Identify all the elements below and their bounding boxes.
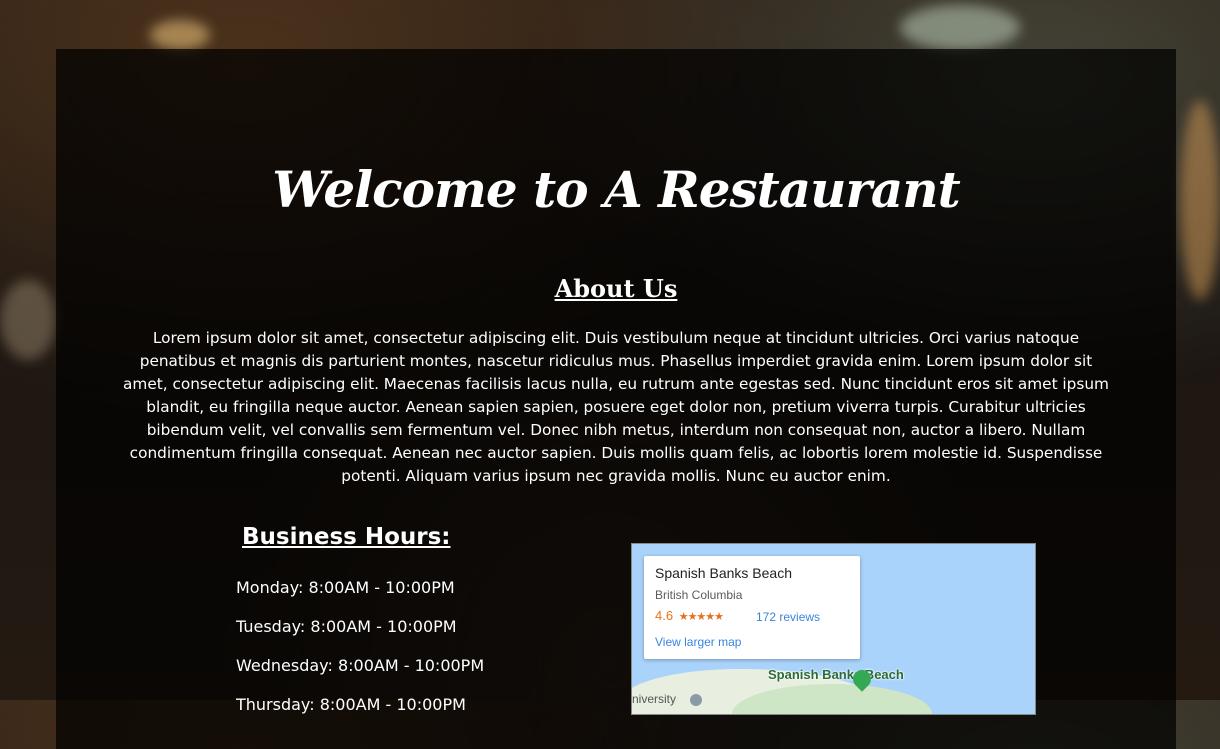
embedded-map[interactable]: Spanish Banks Beach British Columbia 4.6… <box>631 543 1036 715</box>
hours-item: Wednesday: 8:00AM - 10:00PM <box>236 656 485 675</box>
hours-heading: Business Hours: <box>242 524 451 550</box>
map-region: British Columbia <box>655 588 743 602</box>
page-title: Welcome to A Restaurant <box>272 160 960 219</box>
hours-item: Thursday: 8:00AM - 10:00PM <box>236 695 466 714</box>
background-light <box>150 20 210 50</box>
hours-list: Monday: 8:00AM - 10:00PM Tuesday: 8:00AM… <box>236 576 484 732</box>
map-place-label: niversity <box>632 692 677 706</box>
reviews-link[interactable]: 172 reviews <box>756 610 820 624</box>
map-place-name: Spanish Banks Beach <box>655 565 792 581</box>
map-rating: 4.6 ★★★★★ <box>655 608 724 623</box>
view-larger-map-link[interactable]: View larger map <box>655 635 741 649</box>
background-light <box>900 5 1020 50</box>
rating-value: 4.6 <box>655 608 674 623</box>
map-pin-label: Spanish Banks Beach <box>768 667 904 682</box>
hours-item: Monday: 8:00AM - 10:00PM <box>236 578 455 597</box>
about-text: Lorem ipsum dolor sit amet, consectetur … <box>123 329 1109 485</box>
about-heading: About Us <box>554 274 678 303</box>
map-info-card: Spanish Banks Beach British Columbia 4.6… <box>644 556 860 659</box>
hours-item: Tuesday: 8:00AM - 10:00PM <box>236 617 457 636</box>
university-icon <box>690 694 702 706</box>
rating-stars-icon: ★★★★★ <box>678 611 724 623</box>
